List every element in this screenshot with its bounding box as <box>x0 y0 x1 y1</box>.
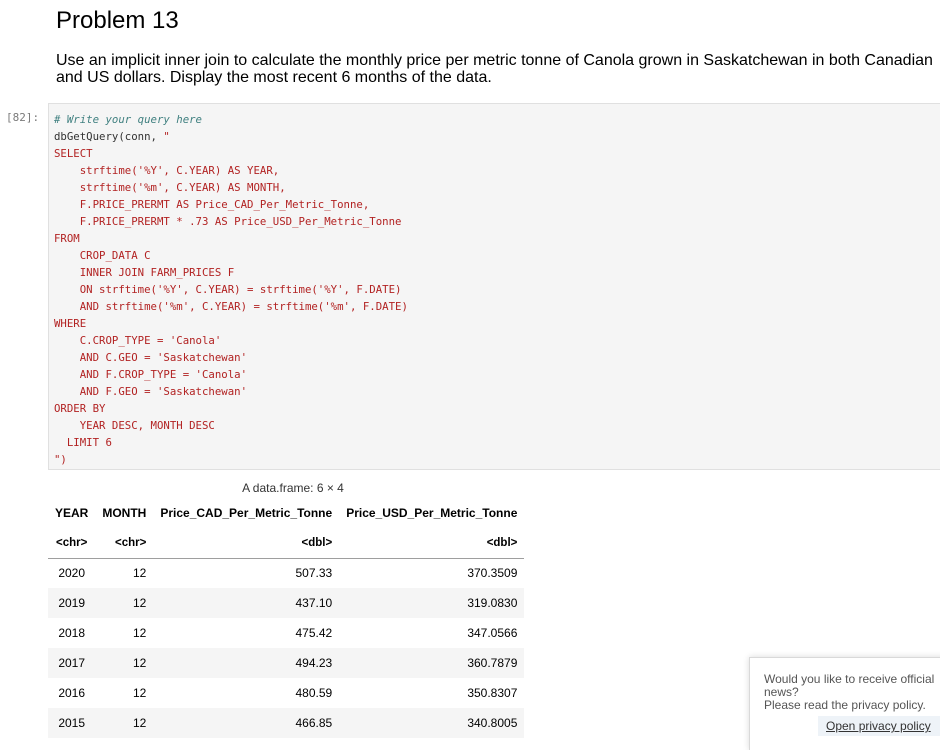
cell-prompt: [82]: <box>6 111 40 124</box>
cell-price-cad: 475.42 <box>295 626 333 640</box>
column-type: <chr> <box>48 528 96 559</box>
cell-month: 12 <box>132 626 147 640</box>
cell-price-usd: 350.8307 <box>467 686 518 700</box>
cell-price-usd: 360.7879 <box>467 656 518 670</box>
cell-month: 12 <box>132 596 147 610</box>
table-row: 2018 12 475.42 347.0566 <box>48 618 524 648</box>
cell-month: 12 <box>132 656 147 670</box>
cell-month: 12 <box>132 566 147 581</box>
code-text: # Write your query here dbGetQuery(conn,… <box>54 111 408 468</box>
table-row: 2019 12 437.10 319.0830 <box>48 588 525 618</box>
cell-year: 2015 <box>58 716 86 730</box>
cell-price-cad: 437.10 <box>295 596 333 610</box>
cell-price-usd: 340.8005 <box>467 716 518 730</box>
cookie-banner-text: Would you like to receive official news?… <box>764 673 940 712</box>
cell-price-usd: 347.0566 <box>467 626 518 640</box>
cell-year: 2019 <box>58 596 86 610</box>
problem-description: Use an implicit inner join to calculate … <box>56 52 933 86</box>
table-type-row: <chr> <chr> <dbl> <dbl> <box>48 528 525 559</box>
cell-price-cad: 494.23 <box>295 656 333 670</box>
cookie-question: Would you like to receive official news? <box>764 672 935 699</box>
code-sql-string: " SELECT strftime('%Y', C.YEAR) AS YEAR,… <box>54 130 408 466</box>
column-type: <dbl> <box>153 528 340 559</box>
cell-price-usd: 319.0830 <box>467 596 518 610</box>
table-row: 2015 12 466.85 340.8005 <box>48 708 525 738</box>
column-header: Price_USD_Per_Metric_Tonne <box>346 506 518 520</box>
cell-year: 2020 <box>58 566 86 581</box>
code-call: dbGetQuery(conn, <box>54 130 164 143</box>
cell-year: 2017 <box>58 656 86 670</box>
cell-month: 12 <box>132 716 147 730</box>
cell-price-cad: 507.33 <box>295 566 333 581</box>
cell-price-cad: 466.85 <box>295 716 333 730</box>
code-cell-editor[interactable]: # Write your query here dbGetQuery(conn,… <box>48 103 940 470</box>
column-header: Price_CAD_Per_Metric_Tonne <box>160 506 333 520</box>
column-header: YEAR <box>55 506 89 520</box>
table-row: 2016 12 480.59 350.8307 <box>48 678 524 708</box>
table-row: 2017 12 494.23 360.7879 <box>48 648 525 678</box>
code-comment: # Write your query here <box>54 113 202 126</box>
column-type: <dbl> <box>339 528 525 559</box>
table-header-row: YEAR MONTH Price_CAD_Per_Metric_Tonne Pr… <box>48 498 524 528</box>
column-header: MONTH <box>102 506 147 520</box>
cookie-banner: Would you like to receive official news?… <box>749 657 940 750</box>
dataframe-table: YEAR MONTH Price_CAD_Per_Metric_Tonne Pr… <box>48 498 525 738</box>
open-privacy-policy-button[interactable]: Open privacy policy <box>818 716 940 736</box>
cell-price-usd: 370.3509 <box>467 566 518 581</box>
cell-month: 12 <box>132 686 147 700</box>
column-type: <chr> <box>95 528 154 559</box>
cell-year: 2016 <box>58 686 86 700</box>
page-title: Problem 13 <box>56 7 179 34</box>
cell-price-cad: 480.59 <box>295 686 333 700</box>
dataframe-caption: A data.frame: 6 × 4 <box>242 481 344 495</box>
cookie-privacy-text: Please read the privacy policy. <box>764 698 926 712</box>
table-row: 2020 12 507.33 370.3509 <box>48 558 524 588</box>
cell-year: 2018 <box>58 626 86 640</box>
